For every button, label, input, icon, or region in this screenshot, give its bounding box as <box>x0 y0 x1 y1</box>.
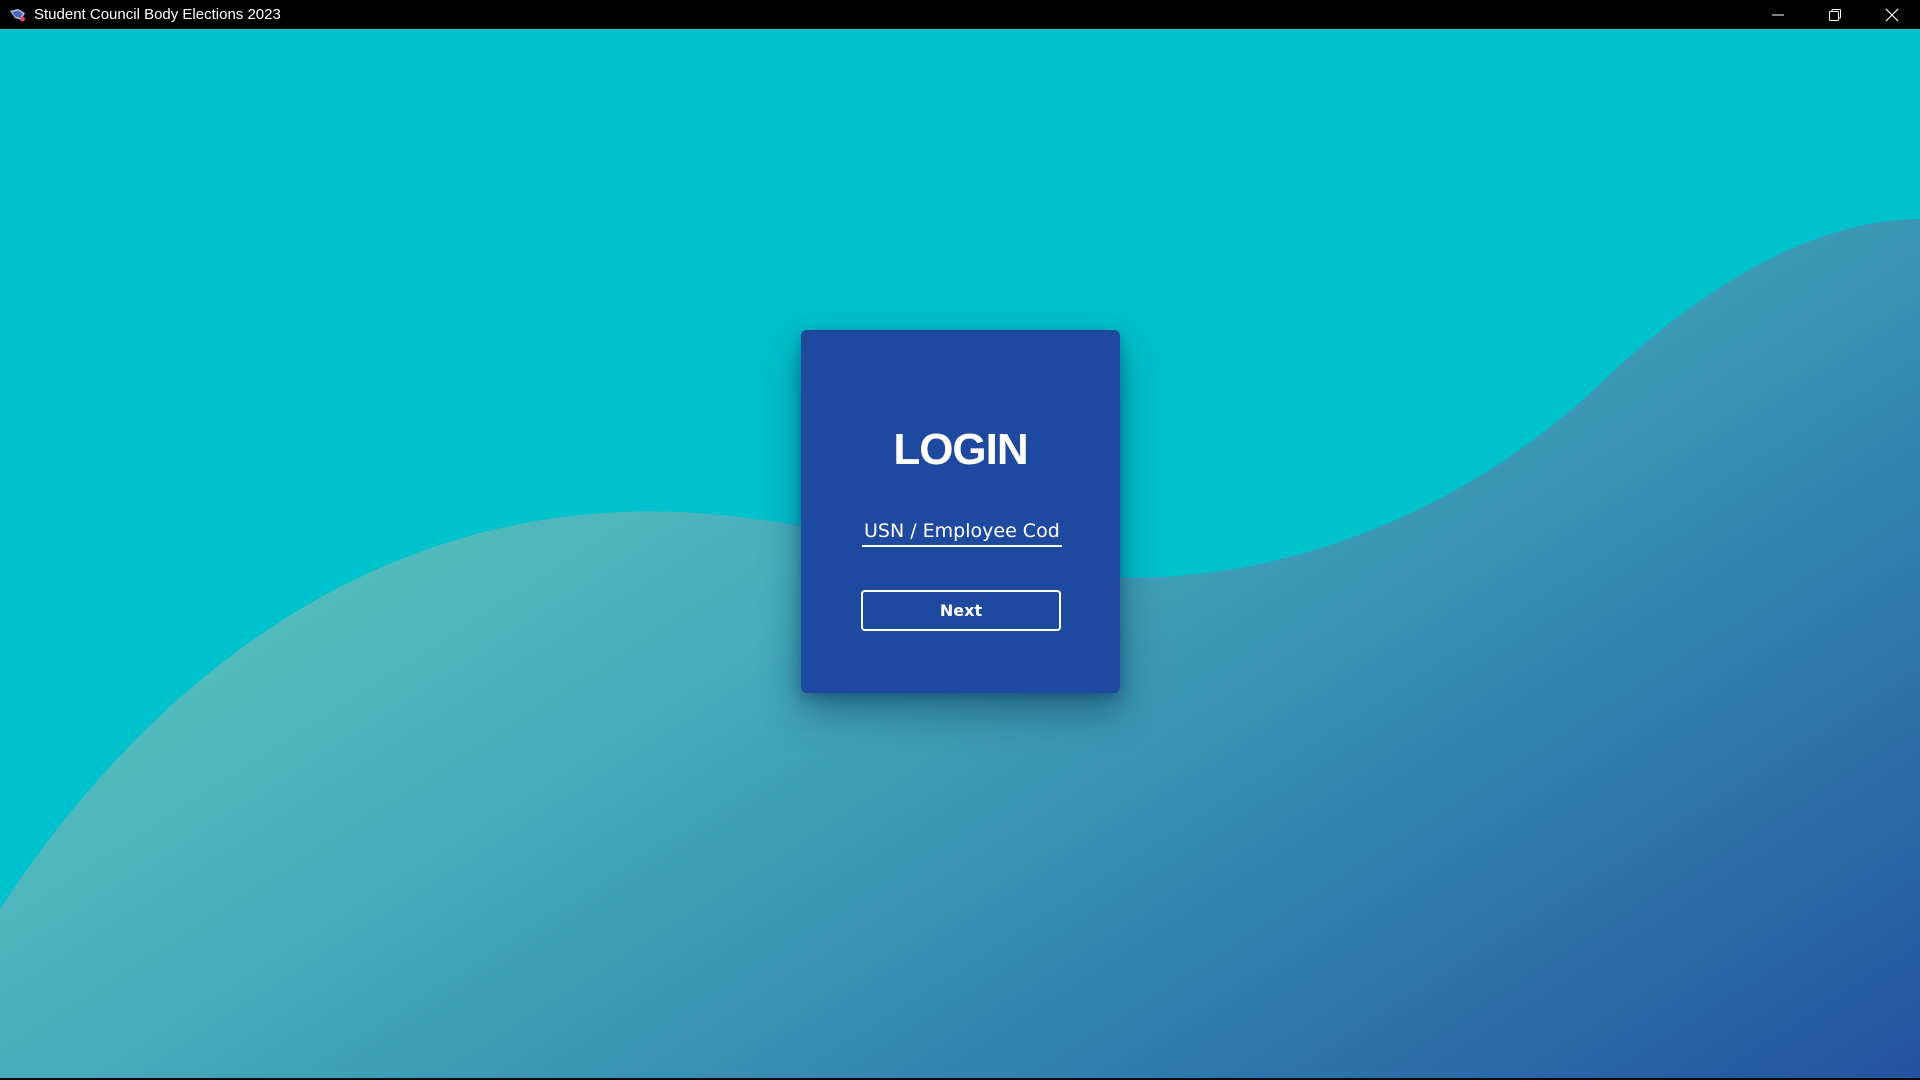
restore-button[interactable] <box>1806 0 1863 29</box>
close-button[interactable] <box>1863 0 1920 29</box>
window-controls <box>1749 0 1920 29</box>
login-card: LOGIN Next <box>801 330 1120 693</box>
close-icon <box>1885 8 1898 21</box>
minimize-icon <box>1771 14 1784 15</box>
login-title: LOGIN <box>893 425 1028 474</box>
login-screen: LOGIN Next <box>0 29 1920 1080</box>
app-logo-icon <box>9 6 27 24</box>
restore-icon <box>1828 8 1841 21</box>
app-window: Student Council Body Elections 2023 LOGI… <box>0 0 1920 1080</box>
window-title: Student Council Body Elections 2023 <box>34 6 281 23</box>
next-button[interactable]: Next <box>861 590 1061 631</box>
minimize-button[interactable] <box>1749 0 1806 29</box>
usn-employee-code-input[interactable] <box>862 517 1062 547</box>
title-bar[interactable]: Student Council Body Elections 2023 <box>0 0 1920 29</box>
